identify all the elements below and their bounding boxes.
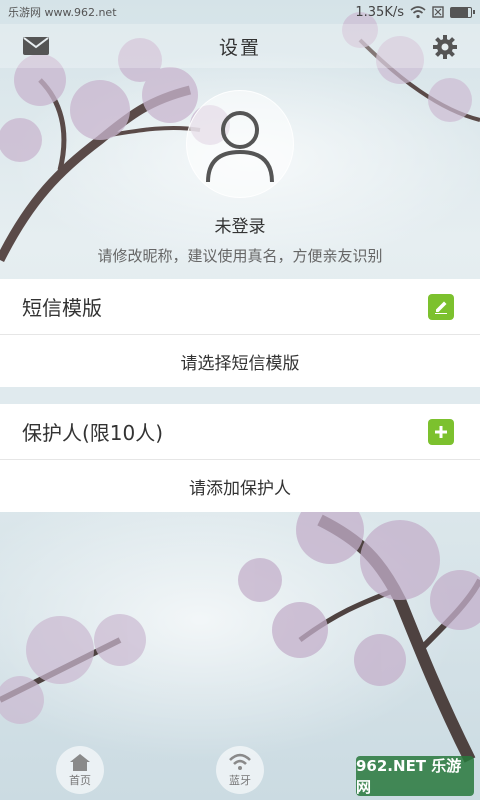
nav-bluetooth[interactable]: 蓝牙: [216, 746, 264, 794]
guardian-header: 保护人(限10人): [0, 404, 480, 460]
status-indicators: 1.35K/s: [355, 4, 475, 20]
edit-sms-button[interactable]: [428, 293, 454, 320]
status-bar: 乐游网 www.962.net 1.35K/s: [0, 0, 480, 24]
mail-icon[interactable]: [22, 36, 50, 56]
add-icon: [435, 425, 447, 438]
sms-template-title: 短信模版: [22, 296, 102, 320]
site-label-text: 乐游网 www.962.net: [8, 6, 117, 19]
watermark-text: 962.NET 乐游网: [356, 757, 462, 796]
sim-icon: [432, 6, 444, 18]
profile-section: 未登录 请修改昵称，建议使用真名，方便亲友识别: [0, 90, 480, 266]
guardian-title: 保护人(限10人): [22, 421, 164, 445]
nav-home[interactable]: 首页: [56, 746, 104, 794]
battery-icon: [450, 6, 475, 18]
site-watermark: 962.NET 乐游网: [356, 756, 474, 796]
site-label: 乐游网 www.962.net: [8, 4, 117, 20]
add-guardian-link[interactable]: 请添加保护人: [0, 460, 480, 512]
guardian-card: 保护人(限10人) 请添加保护人: [0, 404, 480, 512]
page-title: 设置: [218, 36, 261, 59]
nickname-hint: 请修改昵称，建议使用真名，方便亲友识别: [97, 247, 383, 265]
sms-template-header: 短信模版: [0, 279, 480, 335]
home-icon: [70, 754, 90, 771]
avatar[interactable]: [186, 90, 294, 198]
title-bar: 设置: [0, 24, 480, 68]
sms-template-card: 短信模版 请选择短信模版: [0, 279, 480, 387]
bluetooth-signal-icon: [229, 753, 251, 770]
user-icon: [206, 111, 274, 183]
add-guardian-button[interactable]: [428, 418, 454, 445]
login-status[interactable]: 未登录: [0, 212, 480, 237]
edit-icon: [435, 301, 447, 314]
network-speed: 1.35K/s: [355, 4, 404, 20]
wifi-icon: [410, 5, 426, 18]
nav-home-label: 首页: [69, 774, 91, 787]
nav-bluetooth-label: 蓝牙: [229, 774, 251, 787]
select-sms-template[interactable]: 请选择短信模版: [0, 335, 480, 387]
gear-icon[interactable]: [432, 34, 458, 60]
